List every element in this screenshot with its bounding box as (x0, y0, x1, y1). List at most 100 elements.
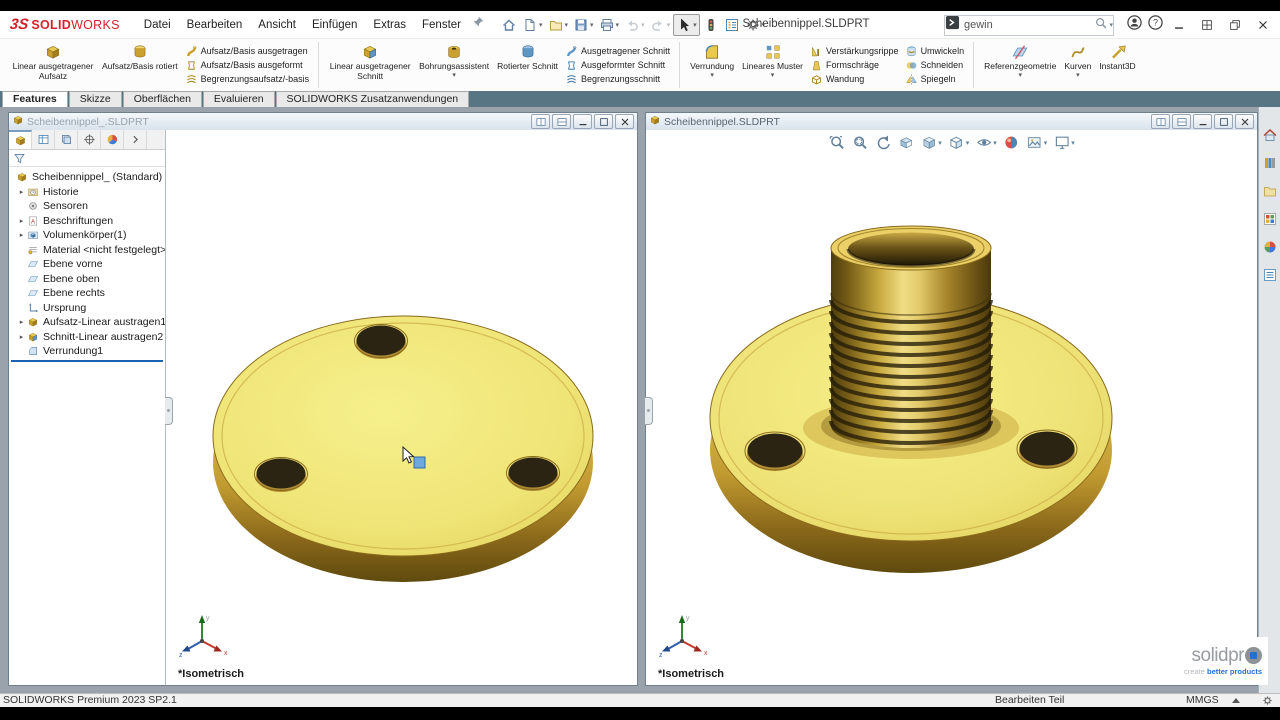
ribbon-button-kurven[interactable]: Kurven▾ (1060, 41, 1095, 89)
new-document-button[interactable]: ▾ (520, 15, 545, 35)
ribbon-button-linear-ausgetragener-schnitt[interactable]: Linear ausgetragener Schnitt (325, 41, 415, 89)
ribbon-button-verrundung[interactable]: Verrundung▾ (686, 41, 738, 89)
edit-appearance-button[interactable] (1002, 133, 1021, 152)
menu-datei[interactable]: Datei (136, 15, 179, 35)
dropdown-caret-icon[interactable]: ▾ (938, 139, 942, 147)
ribbon-button-instant3d[interactable]: Instant3D (1095, 41, 1139, 89)
tab-oberflächen[interactable]: Oberflächen (123, 91, 202, 107)
home-button[interactable] (499, 15, 519, 35)
tree-root-item[interactable]: Scheibennippel_ (Standard) <<Standar (9, 170, 165, 185)
tree-item-ebene-oben[interactable]: Ebene oben (9, 272, 165, 287)
dropdown-caret-icon[interactable]: ▾ (539, 21, 543, 29)
ribbon-button-begrenzungsschnitt[interactable]: Begrenzungsschnitt (565, 72, 670, 86)
menu-einfügen[interactable]: Einfügen (304, 15, 365, 35)
fm-tab-configurationmanager-tab[interactable] (55, 130, 78, 149)
graphics-area-right[interactable]: ▾▾▾▾▾ y x z *Isometrisch (646, 130, 1257, 685)
ribbon-button-aufsatz-basis-ausgetragen[interactable]: Aufsatz/Basis ausgetragen (185, 44, 310, 58)
minimize-button[interactable] (1166, 15, 1192, 35)
expand-arrow-icon[interactable]: ▸ (16, 333, 27, 341)
dropdown-caret-icon[interactable]: ▾ (1018, 73, 1022, 79)
ribbon-button-rotierter-schnitt[interactable]: Rotierter Schnitt (493, 41, 562, 89)
search-input[interactable] (960, 19, 1094, 31)
doc-split-vertical-button[interactable] (531, 114, 550, 129)
account-icon[interactable] (1126, 14, 1143, 36)
view-settings-button[interactable]: ▾ (1052, 133, 1076, 152)
custom-properties-button[interactable] (1262, 267, 1278, 288)
view-orientation-button[interactable]: ▾ (919, 133, 943, 152)
resources-home-button[interactable] (1262, 127, 1278, 148)
print-button[interactable]: ▾ (597, 15, 622, 35)
zoom-fit-button[interactable] (827, 133, 846, 152)
tree-item-historie[interactable]: ▸Historie (9, 185, 165, 200)
tree-item-volumenkörper-1[interactable]: ▸Volumenkörper(1) (9, 228, 165, 243)
pin-menu-icon[interactable] (471, 15, 485, 34)
tab-features[interactable]: Features (2, 91, 68, 107)
menu-extras[interactable]: Extras (365, 15, 414, 35)
tree-item-ursprung[interactable]: Ursprung (9, 301, 165, 316)
section-view-button[interactable] (896, 133, 915, 152)
design-library-button[interactable] (1262, 155, 1278, 176)
fm-tab-expand-tabs[interactable] (124, 130, 147, 149)
dropdown-caret-icon[interactable]: ▾ (771, 73, 775, 79)
status-units-selector[interactable]: MMGS (1186, 694, 1219, 706)
doc-close-button[interactable] (1235, 114, 1254, 129)
panel-splitter-handle[interactable] (645, 397, 653, 425)
file-explorer-button[interactable] (1262, 183, 1278, 204)
open-button[interactable]: ▾ (546, 15, 571, 35)
layout-grid-button[interactable] (1194, 15, 1220, 35)
tree-item-sensoren[interactable]: Sensoren (9, 199, 165, 214)
status-units-caret-icon[interactable] (1232, 698, 1240, 703)
rollback-bar[interactable] (11, 360, 163, 362)
help-icon[interactable]: ? (1147, 14, 1164, 36)
doc-close-button[interactable] (615, 114, 634, 129)
expand-arrow-icon[interactable]: ▸ (16, 217, 27, 225)
dropdown-caret-icon[interactable]: ▾ (1076, 73, 1080, 79)
doc-split-horizontal-button[interactable] (552, 114, 571, 129)
dropdown-caret-icon[interactable]: ▾ (590, 21, 594, 29)
ribbon-button-lineares-muster[interactable]: Lineares Muster▾ (738, 41, 807, 89)
dropdown-caret-icon[interactable]: ▾ (616, 21, 620, 29)
ribbon-button-aufsatz-basis-ausgeformt[interactable]: Aufsatz/Basis ausgeformt (185, 58, 310, 72)
fm-tab-featuremanager-tab[interactable] (9, 130, 32, 149)
fm-tab-dimxpertmanager-tab[interactable] (78, 130, 101, 149)
restore-button[interactable] (1222, 15, 1248, 35)
dropdown-caret-icon[interactable]: ▾ (966, 139, 970, 147)
dropdown-caret-icon[interactable]: ▾ (1044, 139, 1048, 147)
tab-solidworks-zusatzanwendungen[interactable]: SOLIDWORKS Zusatzanwendungen (276, 91, 470, 107)
dropdown-caret-icon[interactable]: ▾ (1071, 139, 1075, 147)
menu-fenster[interactable]: Fenster (414, 15, 469, 35)
ribbon-button-aufsatz-basis-rotiert[interactable]: Aufsatz/Basis rotiert (98, 41, 182, 89)
fm-tab-propertymanager-tab[interactable] (32, 130, 55, 149)
expand-arrow-icon[interactable]: ▸ (16, 231, 27, 239)
magnifier-icon[interactable] (1094, 16, 1108, 35)
view-palette-button[interactable] (1262, 211, 1278, 232)
graphics-area-left[interactable]: y x z *Isometrisch (166, 130, 637, 685)
ribbon-button-referenzgeometrie[interactable]: Referenzgeometrie▾ (980, 41, 1060, 89)
ribbon-button-wandung[interactable]: Wandung (810, 72, 899, 86)
ribbon-button-ausgetragener-schnitt[interactable]: Ausgetragener Schnitt (565, 44, 670, 58)
tab-skizze[interactable]: Skizze (69, 91, 122, 107)
apply-scene-button[interactable]: ▾ (1025, 133, 1049, 152)
dropdown-caret-icon[interactable]: ▾ (641, 21, 645, 29)
close-button[interactable] (1250, 15, 1276, 35)
dropdown-caret-icon[interactable]: ▾ (993, 139, 997, 147)
ribbon-button-verstärkungsrippe[interactable]: Verstärkungsrippe (810, 44, 899, 58)
tree-item-beschriftungen[interactable]: ▸ABeschriftungen (9, 214, 165, 229)
tree-item-ebene-vorne[interactable]: Ebene vorne (9, 257, 165, 272)
doc-maximize-button[interactable] (594, 114, 613, 129)
dropdown-caret-icon[interactable]: ▾ (710, 73, 714, 79)
doc-minimize-button[interactable] (573, 114, 592, 129)
tab-evaluieren[interactable]: Evaluieren (203, 91, 275, 107)
appearances-scenes-button[interactable] (1262, 239, 1278, 260)
expand-arrow-icon[interactable]: ▸ (16, 318, 27, 326)
ribbon-button-umwickeln[interactable]: Umwickeln (905, 44, 965, 58)
ribbon-button-bohrungsassistent[interactable]: Bohrungsassistent▾ (415, 41, 493, 89)
menu-bearbeiten[interactable]: Bearbeiten (179, 15, 251, 35)
tree-item-material-nicht-festgelegt[interactable]: Material <nicht festgelegt> (9, 243, 165, 258)
ribbon-button-linear-ausgetragener-aufsatz[interactable]: Linear ausgetragener Aufsatz (8, 41, 98, 89)
doc-split-vertical-button[interactable] (1151, 114, 1170, 129)
zoom-area-button[interactable] (850, 133, 869, 152)
undo-button[interactable]: ▾ (622, 15, 647, 35)
search-scope-icon[interactable] (945, 15, 960, 35)
fm-tab-displaymanager-tab[interactable] (101, 130, 124, 149)
